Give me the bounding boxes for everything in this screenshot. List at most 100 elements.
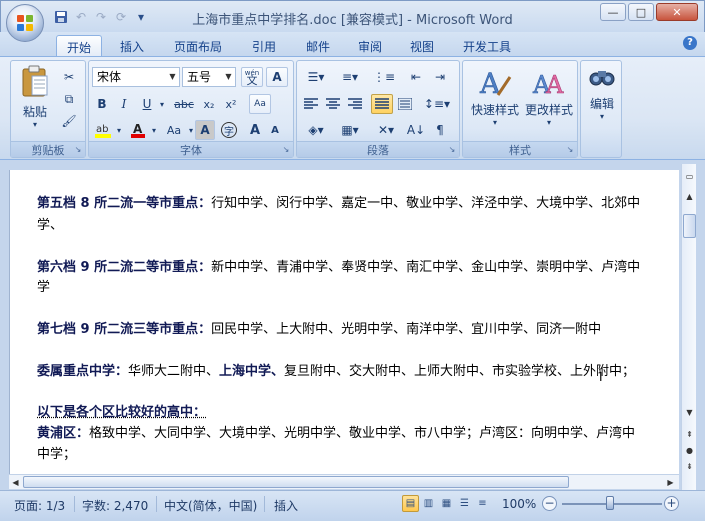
zoom-level[interactable]: 100% — [502, 497, 536, 511]
minimize-button[interactable]: — — [600, 3, 626, 21]
align-left-icon[interactable] — [301, 94, 321, 114]
print-layout-icon[interactable]: ▤ — [402, 495, 419, 512]
italic-button[interactable]: I — [114, 94, 134, 114]
next-page-icon[interactable]: ⇟ — [683, 460, 696, 473]
chevron-down-icon[interactable]: ▾ — [157, 94, 167, 114]
dialog-launcher-icon[interactable]: ↘ — [281, 145, 291, 155]
horizontal-scrollbar[interactable]: ◀ ▶ — [9, 474, 679, 489]
dialog-launcher-icon[interactable]: ↘ — [447, 145, 457, 155]
page-indicator[interactable]: 页面: 1/3 — [14, 497, 65, 514]
clear-formatting-button[interactable]: Aa — [249, 94, 271, 114]
highlight-icon[interactable]: ab — [92, 120, 114, 140]
chevron-down-icon[interactable]: ▼ — [222, 68, 235, 86]
line-spacing-icon[interactable]: ↕≡▾ — [421, 94, 453, 114]
tab-page-layout[interactable]: 页面布局 — [166, 35, 230, 56]
strikethrough-button[interactable]: abc — [171, 94, 197, 114]
bold-button[interactable]: B — [92, 94, 112, 114]
office-logo-icon — [17, 15, 34, 32]
scroll-thumb[interactable] — [23, 476, 569, 488]
zoom-slider-thumb[interactable] — [606, 496, 614, 510]
quick-styles-label: 快速样式 — [470, 103, 519, 117]
paste-button[interactable]: 粘贴 ▾ — [15, 65, 55, 129]
font-name-combo[interactable]: 宋体 ▼ — [92, 67, 180, 87]
scroll-left-icon[interactable]: ◀ — [9, 476, 22, 489]
insert-mode[interactable]: 插入 — [274, 497, 298, 514]
paragraph-group: ☰▾ ≡▾ ⋮≡ ⇤ ⇥ ↕≡▾ ◈▾ ▦▾ ✕▾ A↓ ¶ 段落 ↘ — [296, 60, 460, 158]
scroll-thumb[interactable] — [683, 214, 696, 238]
browse-object-icon[interactable]: ● — [683, 444, 696, 457]
chinese-layout-icon[interactable]: ✕▾ — [371, 120, 401, 140]
tab-mailings[interactable]: 邮件 — [296, 35, 340, 56]
show-marks-icon[interactable]: ¶ — [429, 120, 451, 140]
subscript-button[interactable]: x₂ — [199, 94, 219, 114]
svg-text:A: A — [545, 71, 564, 99]
language-indicator[interactable]: 中文(简体，中国) — [164, 497, 257, 514]
distributed-icon[interactable] — [395, 94, 415, 114]
font-color-icon[interactable]: A — [127, 120, 149, 140]
web-layout-icon[interactable]: ▦ — [438, 495, 455, 512]
chevron-down-icon[interactable]: ▾ — [187, 120, 195, 140]
increase-indent-icon[interactable]: ⇥ — [429, 67, 451, 87]
status-divider — [74, 496, 75, 512]
grow-font-button[interactable]: A — [245, 120, 265, 140]
tab-review[interactable]: 审阅 — [348, 35, 392, 56]
multilevel-list-icon[interactable]: ⋮≡ — [369, 67, 399, 87]
superscript-button[interactable]: x² — [221, 94, 241, 114]
enclose-characters-button[interactable]: 字 — [219, 120, 239, 140]
word-count[interactable]: 字数: 2,470 — [82, 497, 148, 514]
maximize-button[interactable]: □ — [628, 3, 654, 21]
editing-button[interactable]: 编辑 ▾ — [583, 65, 621, 121]
office-button[interactable] — [6, 4, 44, 42]
chevron-down-icon[interactable]: ▼ — [166, 68, 179, 86]
chevron-down-icon[interactable]: ▾ — [114, 120, 124, 140]
change-styles-label: 更改样式 — [524, 103, 573, 117]
justify-icon[interactable] — [371, 94, 393, 114]
font-size-combo[interactable]: 五号 ▼ — [182, 67, 236, 87]
tab-developer[interactable]: 开发工具 — [454, 35, 520, 56]
document-page[interactable]: 第五档 8 所二流一等市重点：行知中学、闵行中学、嘉定一中、敬业中学、洋泾中学、… — [9, 170, 679, 480]
help-icon[interactable]: ? — [683, 36, 697, 50]
align-right-icon[interactable] — [345, 94, 365, 114]
quick-styles-button[interactable]: A 快速样式 ▾ — [467, 65, 523, 127]
tab-insert[interactable]: 插入 — [110, 35, 154, 56]
cut-icon[interactable]: ✂ — [59, 67, 79, 87]
scroll-up-icon[interactable]: ▲ — [683, 190, 696, 203]
character-border-button[interactable]: A — [266, 67, 288, 87]
character-shading-button[interactable]: A — [195, 120, 215, 140]
tab-references[interactable]: 引用 — [242, 35, 286, 56]
previous-page-icon[interactable]: ⇞ — [683, 428, 696, 441]
dialog-launcher-icon[interactable]: ↘ — [73, 145, 83, 155]
doc-line-text: 学 — [37, 280, 51, 295]
scroll-right-icon[interactable]: ▶ — [664, 476, 677, 489]
change-styles-button[interactable]: A A 更改样式 ▾ — [521, 65, 577, 127]
format-painter-icon[interactable]: 🖌 — [59, 111, 79, 131]
shrink-font-button[interactable]: A — [265, 120, 285, 140]
dialog-launcher-icon[interactable]: ↘ — [565, 145, 575, 155]
zoom-out-button[interactable]: − — [542, 496, 557, 511]
outline-view-icon[interactable]: ☰ — [456, 495, 473, 512]
full-screen-reading-icon[interactable]: ▥ — [420, 495, 437, 512]
zoom-in-button[interactable]: + — [664, 496, 679, 511]
tab-view[interactable]: 视图 — [400, 35, 444, 56]
phonetic-guide-button[interactable]: wén 文 — [241, 67, 263, 87]
paragraph-group-label: 段落 — [297, 141, 459, 157]
numbering-icon[interactable]: ≡▾ — [335, 67, 365, 87]
paste-label: 粘贴 — [22, 105, 47, 119]
sort-icon[interactable]: A↓ — [405, 120, 427, 140]
tab-home[interactable]: 开始 — [56, 35, 102, 56]
decrease-indent-icon[interactable]: ⇤ — [405, 67, 427, 87]
ruler-toggle-icon[interactable]: ▭ — [683, 170, 696, 183]
font-size-value: 五号 — [187, 70, 212, 84]
shading-icon[interactable]: ◈▾ — [301, 120, 331, 140]
close-button[interactable]: ✕ — [656, 3, 698, 21]
change-case-button[interactable]: Aa — [161, 120, 187, 140]
align-center-icon[interactable] — [323, 94, 343, 114]
chevron-down-icon[interactable]: ▾ — [149, 120, 159, 140]
borders-icon[interactable]: ▦▾ — [335, 120, 365, 140]
underline-button[interactable]: U — [137, 94, 157, 114]
bullets-icon[interactable]: ☰▾ — [301, 67, 331, 87]
scroll-down-icon[interactable]: ▼ — [683, 406, 696, 419]
draft-view-icon[interactable]: ≡ — [474, 495, 491, 512]
vertical-scrollbar[interactable]: ▭ ▲ ▼ ⇞ ● ⇟ — [681, 164, 696, 490]
copy-icon[interactable]: ⧉ — [59, 89, 79, 109]
